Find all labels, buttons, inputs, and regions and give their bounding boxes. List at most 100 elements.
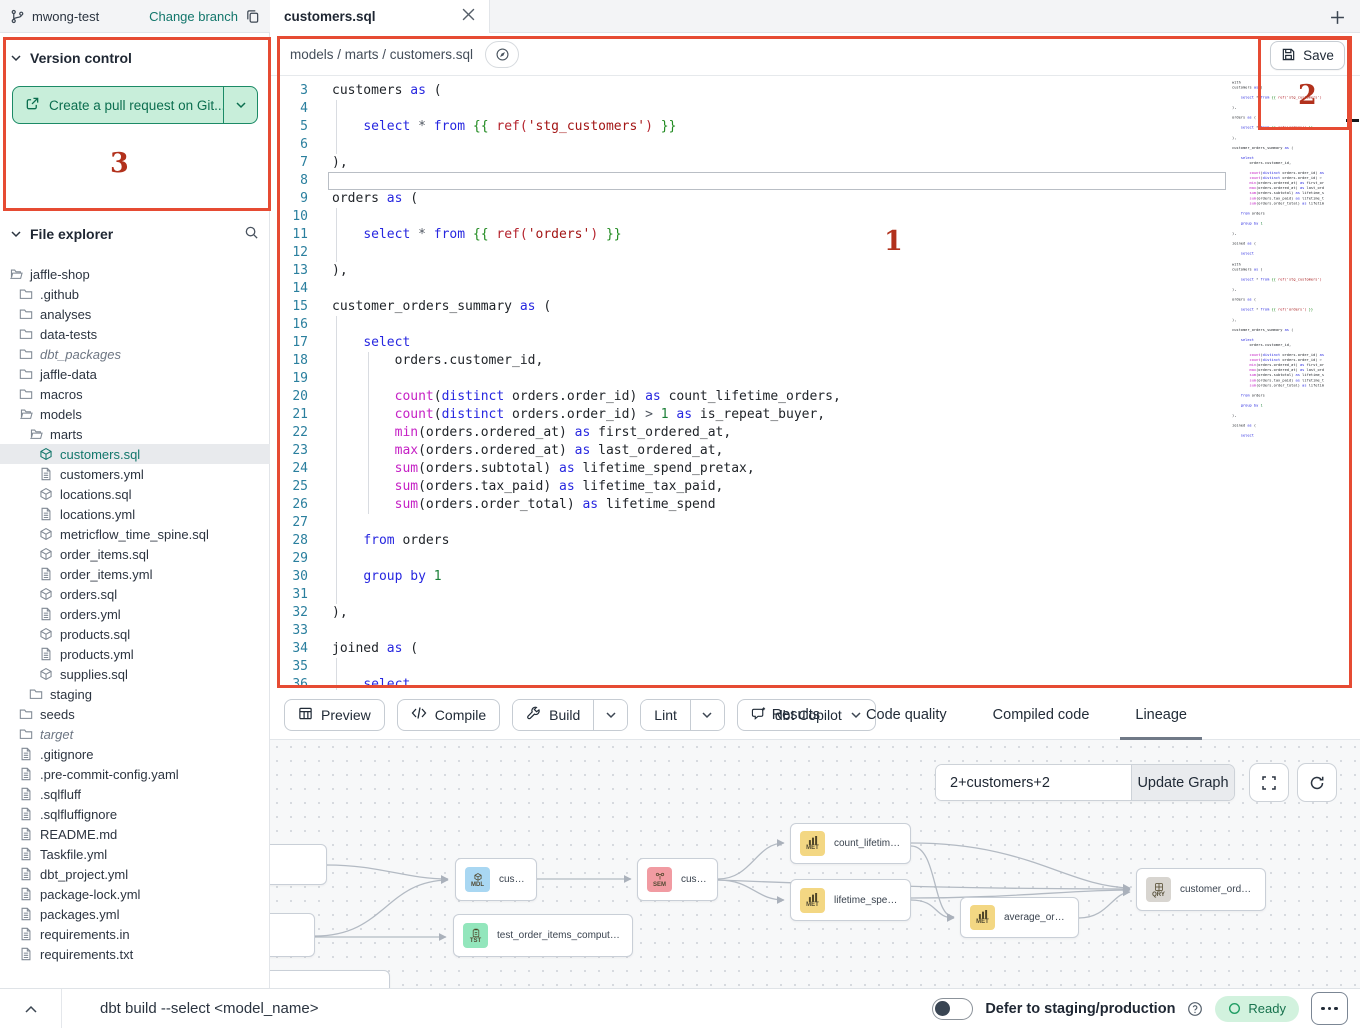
tree-item-metricflow_time_spine.sql[interactable]: metricflow_time_spine.sql [0,524,270,544]
fullscreen-button[interactable] [1249,763,1289,802]
tree-item-models[interactable]: models [0,404,270,424]
tree-item-README.md[interactable]: README.md [0,824,270,844]
build-dropdown-caret[interactable] [593,700,627,730]
tree-item-dbt_packages[interactable]: dbt_packages [0,344,270,364]
tree-item-label: supplies.sql [60,667,128,682]
lineage-node-customer_order_metrics[interactable]: QRYcustomer_order_metrics [1136,868,1266,911]
expand-panel-caret[interactable] [0,989,62,1028]
tree-item-requirements.txt[interactable]: requirements.txt [0,944,270,964]
save-button[interactable]: Save [1270,41,1345,70]
lineage-node-test_order_items_compute_to_bools...[interactable]: TSTtest_order_items_compute_to_bools... [453,914,633,957]
defer-toggle[interactable] [932,998,973,1020]
cli-command[interactable]: dbt build --select <model_name> [100,1000,318,1017]
file-icon [19,867,33,881]
tree-item-label: Taskfile.yml [40,847,107,862]
help-icon[interactable] [1187,1001,1203,1017]
line-number: 14 [270,280,308,298]
tree-item-orders.yml[interactable]: orders.yml [0,604,270,624]
tree-item-.github[interactable]: .github [0,284,270,304]
version-control-header[interactable]: Version control [0,46,269,70]
tree-item-order_items.yml[interactable]: order_items.yml [0,564,270,584]
wrench-icon [526,706,541,724]
tree-item-orders.sql[interactable]: orders.sql [0,584,270,604]
compile-button[interactable]: Compile [397,699,500,731]
build-button[interactable]: Build [513,700,593,730]
tree-item-.sqlfluff[interactable]: .sqlfluff [0,784,270,804]
tree-item-analyses[interactable]: analyses [0,304,270,324]
tree-item-seeds[interactable]: seeds [0,704,270,724]
model-icon [39,667,53,681]
tree-item-label: customers.sql [60,447,140,462]
new-tab-button[interactable] [1324,4,1350,30]
tree-item-data-tests[interactable]: data-tests [0,324,270,344]
tree-item-jaffle-data[interactable]: jaffle-data [0,364,270,384]
tree-item-label: .github [40,287,79,302]
search-icon[interactable] [244,225,259,243]
lineage-node-orders[interactable]: orders [270,913,315,957]
create-pr-button[interactable]: Create a pull request on Git... [12,86,258,124]
editor-minimap[interactable]: withcustomers as ( select * from {{ ref(… [1232,80,1324,512]
tree-item-label: seeds [40,707,75,722]
lineage-node-stg_customers[interactable]: stg_customers [270,844,327,885]
lineage-filter-input[interactable] [936,765,1131,800]
tree-item-locations.yml[interactable]: locations.yml [0,504,270,524]
more-options-button[interactable] [1311,992,1348,1025]
lint-dropdown-caret[interactable] [690,700,724,730]
lineage-node-average_order_value[interactable]: METaverage_order_value [960,897,1079,938]
model-icon [39,547,53,561]
tree-item-customers.sql[interactable]: customers.sql [0,444,270,464]
tree-item-products.sql[interactable]: products.sql [0,624,270,644]
tab-code-quality[interactable]: Code quality [843,690,970,740]
tree-item-customers.yml[interactable]: customers.yml [0,464,270,484]
editor-tab-customers-sql[interactable]: customers.sql [270,0,490,33]
tree-item-products.yml[interactable]: products.yml [0,644,270,664]
tree-item-marts[interactable]: marts [0,424,270,444]
file-explorer-header[interactable]: File explorer [0,222,269,246]
file-icon [19,767,33,781]
line-number: 21 [270,406,308,424]
refresh-button[interactable] [1297,763,1337,802]
tree-item-.gitignore[interactable]: .gitignore [0,744,270,764]
tree-item-staging[interactable]: staging [0,684,270,704]
lineage-node-customers[interactable]: SEMcustomers [637,858,718,901]
tree-item-dbt_project.yml[interactable]: dbt_project.yml [0,864,270,884]
copilot-compass-icon[interactable] [485,41,519,68]
tree-item-Taskfile.yml[interactable]: Taskfile.yml [0,844,270,864]
line-number: 12 [270,244,308,262]
line-number: 29 [270,550,308,568]
tree-item-jaffle-shop[interactable]: jaffle-shop [0,264,270,284]
tab-results[interactable]: Results [749,690,843,740]
line-number: 32 [270,604,308,622]
preview-button[interactable]: Preview [284,699,385,731]
minimap-content: withcustomers as ( select * from {{ ref(… [1232,80,1324,256]
lineage-node-partial[interactable] [270,970,390,988]
pr-dropdown-caret[interactable] [223,87,257,123]
tree-item-target[interactable]: target [0,724,270,744]
tab-lineage[interactable]: Lineage [1112,690,1210,740]
folder-icon [19,327,33,341]
lineage-node-lifetime_spend_pretax[interactable]: METlifetime_spend_pretax [790,879,911,921]
update-graph-button[interactable]: Update Graph [1131,765,1234,800]
tree-item-locations.sql[interactable]: locations.sql [0,484,270,504]
close-tab-icon[interactable] [462,8,475,26]
tree-item-order_items.sql[interactable]: order_items.sql [0,544,270,564]
line-number: 36 [270,676,308,690]
copy-icon[interactable] [245,9,260,24]
lint-button[interactable]: Lint [641,700,690,730]
tree-item-.sqlfluffignore[interactable]: .sqlfluffignore [0,804,270,824]
tree-item-packages.yml[interactable]: packages.yml [0,904,270,924]
tab-compiled-code[interactable]: Compiled code [970,690,1113,740]
file-icon [19,807,33,821]
code-editor[interactable]: 2with3customers as (45 select * from {{ … [270,76,1360,690]
change-branch-link[interactable]: Change branch [149,9,238,24]
tree-item-package-lock.yml[interactable]: package-lock.yml [0,884,270,904]
met-badge-icon: MET [800,831,825,856]
line-number: 15 [270,298,308,316]
tree-item-requirements.in[interactable]: requirements.in [0,924,270,944]
lineage-node-count_lifetime_orders[interactable]: METcount_lifetime_orders [790,823,911,864]
tree-item-label: package-lock.yml [40,887,140,902]
lineage-node-customers[interactable]: MDLcustomers [455,858,537,901]
tree-item-.pre-commit-config.yaml[interactable]: .pre-commit-config.yaml [0,764,270,784]
tree-item-supplies.sql[interactable]: supplies.sql [0,664,270,684]
tree-item-macros[interactable]: macros [0,384,270,404]
